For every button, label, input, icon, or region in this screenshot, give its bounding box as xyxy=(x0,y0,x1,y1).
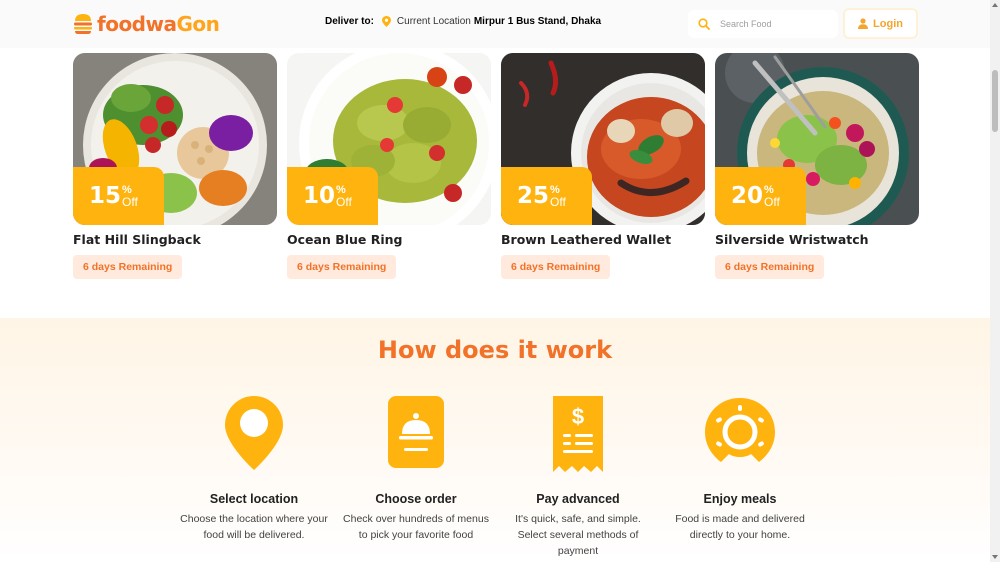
offer-title[interactable]: Flat Hill Slingback xyxy=(73,232,277,247)
offer-cards: 15 % Off Flat Hill Slingback 6 days Remai… xyxy=(73,53,929,279)
how-it-works-section: How does it work Select location Choose … xyxy=(0,318,990,562)
offer-card[interactable]: 10 % Off Ocean Blue Ring 6 days Remaining xyxy=(287,53,491,279)
order-bell-icon xyxy=(388,396,444,468)
step-enjoy-meals: Enjoy meals Food is made and delivered d… xyxy=(659,396,821,559)
discount-value: 25 xyxy=(517,183,550,209)
meal-donut-icon xyxy=(705,398,775,462)
scroll-up-arrow-icon[interactable] xyxy=(992,3,998,7)
search-box[interactable] xyxy=(688,10,838,38)
delivery-location[interactable]: Deliver to: Current Location Mirpur 1 Bu… xyxy=(325,16,601,27)
scrollbar-thumb[interactable] xyxy=(992,70,998,132)
off-label: Off xyxy=(336,195,352,209)
offer-image: 20 % Off xyxy=(715,53,919,225)
off-label: Off xyxy=(122,195,138,209)
offer-title[interactable]: Ocean Blue Ring xyxy=(287,232,491,247)
discount-badge: 25 % Off xyxy=(501,167,592,225)
page-scrollbar[interactable] xyxy=(990,0,1000,562)
user-icon xyxy=(858,18,869,29)
steps-list: Select location Choose the location wher… xyxy=(173,396,821,559)
step-choose-order: Choose order Check over hundreds of menu… xyxy=(335,396,497,559)
days-remaining-badge: 6 days Remaining xyxy=(501,255,611,279)
current-location-value: Mirpur 1 Bus Stand, Dhaka xyxy=(473,16,602,27)
burger-logo-icon xyxy=(74,14,92,34)
section-title: How does it work xyxy=(377,336,613,364)
discount-badge: 15 % Off xyxy=(73,167,164,225)
offer-card[interactable]: 25 % Off Brown Leathered Wallet 6 days Re… xyxy=(501,53,705,279)
search-icon xyxy=(698,18,710,30)
step-pay-advanced: $ Pay advanced It's quick, safe, and sim… xyxy=(497,396,659,559)
discount-badge: 10 % Off xyxy=(287,167,378,225)
current-location-label: Current Location xyxy=(396,16,471,27)
location-pin-icon xyxy=(381,16,391,27)
deliver-to-label: Deliver to: xyxy=(325,16,374,27)
discount-value: 15 xyxy=(89,183,122,209)
login-button[interactable]: Login xyxy=(843,8,918,39)
offer-card[interactable]: 20 % Off Silverside Wristwatch 6 days Rem… xyxy=(715,53,919,279)
location-pin-icon xyxy=(225,396,283,470)
offer-title[interactable]: Silverside Wristwatch xyxy=(715,232,919,247)
top-navbar: foodwaGon Deliver to: Current Location M… xyxy=(0,0,990,48)
days-remaining-badge: 6 days Remaining xyxy=(287,255,397,279)
step-description: Choose the location where your food will… xyxy=(180,513,328,541)
svg-text:$: $ xyxy=(572,404,584,429)
step-description: It's quick, safe, and simple. Select sev… xyxy=(515,513,641,557)
search-input[interactable] xyxy=(720,19,830,29)
step-title: Pay advanced xyxy=(536,492,620,506)
step-description: Check over hundreds of menus to pick you… xyxy=(343,513,489,541)
off-label: Off xyxy=(550,195,566,209)
offer-title[interactable]: Brown Leathered Wallet xyxy=(501,232,705,247)
offer-card[interactable]: 15 % Off Flat Hill Slingback 6 days Remai… xyxy=(73,53,277,279)
step-title: Enjoy meals xyxy=(703,492,777,506)
days-remaining-badge: 6 days Remaining xyxy=(73,255,183,279)
offer-image: 25 % Off xyxy=(501,53,705,225)
logo-text-primary: foodwa xyxy=(97,12,177,36)
login-label: Login xyxy=(873,17,903,30)
discount-value: 20 xyxy=(731,183,764,209)
step-select-location: Select location Choose the location wher… xyxy=(173,396,335,559)
receipt-icon: $ xyxy=(553,396,603,472)
offer-image: 10 % Off xyxy=(287,53,491,225)
scroll-down-arrow-icon[interactable] xyxy=(992,555,998,559)
step-title: Select location xyxy=(209,492,299,506)
discount-value: 10 xyxy=(303,183,336,209)
days-remaining-badge: 6 days Remaining xyxy=(715,255,825,279)
brand-logo[interactable]: foodwaGon xyxy=(73,12,220,36)
step-title: Choose order xyxy=(375,492,457,506)
off-label: Off xyxy=(764,195,780,209)
step-description: Food is made and delivered directly to y… xyxy=(675,513,805,541)
discount-badge: 20 % Off xyxy=(715,167,806,225)
offer-image: 15 % Off xyxy=(73,53,277,225)
logo-text-secondary: Gon xyxy=(176,12,220,36)
